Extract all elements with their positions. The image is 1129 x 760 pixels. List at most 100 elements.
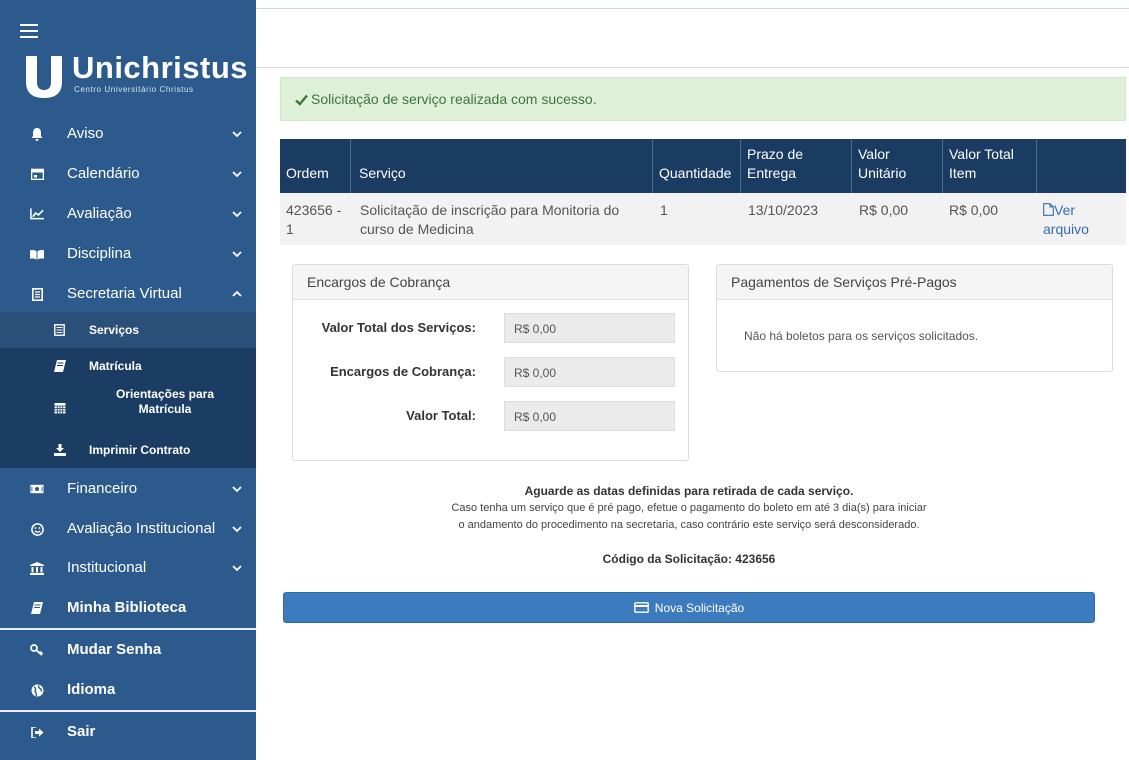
- field-encargos-cobranca: Encargos de Cobrança: R$ 0,00: [293, 357, 688, 387]
- chevron-down-icon: [232, 211, 242, 218]
- sidebar-item-label: Disciplina: [67, 245, 132, 262]
- top-border: [256, 8, 1129, 9]
- encargos-panel: Encargos de Cobrança Valor Total dos Ser…: [292, 264, 689, 461]
- sidebar-item-secretaria-virtual[interactable]: Secretaria Virtual: [0, 274, 256, 314]
- submenu-item-matricula[interactable]: Matrícula: [0, 348, 256, 384]
- sidebar-item-disciplina[interactable]: Disciplina: [0, 234, 256, 274]
- sidebar-item-minha-biblioteca[interactable]: Minha Biblioteca: [0, 588, 256, 628]
- sidebar-item-label: Institucional: [67, 559, 147, 576]
- sidebar-item-calendario[interactable]: Calendário: [0, 154, 256, 194]
- chevron-down-icon: [232, 565, 242, 572]
- sidebar-item-label: Mudar Senha: [67, 641, 162, 658]
- file-icon: [30, 287, 44, 301]
- sidebar-item-idioma[interactable]: Idioma: [0, 670, 256, 710]
- money-icon: [30, 482, 44, 496]
- cell-acao: Ver arquivo: [1043, 201, 1089, 239]
- sidebar-item-avaliacao[interactable]: Avaliação: [0, 194, 256, 234]
- sidebar-item-avaliacao-institucional[interactable]: Avaliação Institucional: [0, 509, 256, 549]
- header-divider: [256, 67, 1129, 68]
- sidebar-item-label: Minha Biblioteca: [67, 599, 187, 616]
- field-valor-total: Valor Total: R$ 0,00: [293, 401, 688, 431]
- sidebar-item-financeiro[interactable]: Financeiro: [0, 469, 256, 509]
- cell-valor-total: R$ 0,00: [949, 202, 999, 218]
- submenu-item-label: Serviços: [89, 323, 140, 337]
- cell-servico: Solicitação de inscrição para Monitoria …: [360, 202, 620, 237]
- submenu-item-orientacoes-matricula[interactable]: Orientações para Matrícula: [0, 384, 256, 432]
- info-line-1: Caso tenha um serviço que é pré pago, ef…: [451, 502, 927, 514]
- sidebar-item-label: Idioma: [67, 681, 116, 698]
- table-row: 423656 -1 Solicitação de inscrição para …: [280, 193, 1126, 245]
- calendar-grid-icon: [53, 401, 66, 414]
- submenu-item-servicos[interactable]: Serviços: [0, 312, 256, 348]
- chevron-down-icon: [232, 251, 242, 258]
- list-icon: [53, 323, 66, 336]
- table-header: Ordem Serviço Quantidade Prazo de Entrega…: [280, 139, 1126, 193]
- cell-ordem: 423656 -1: [286, 202, 342, 237]
- sidebar-item-aviso[interactable]: Aviso: [0, 114, 256, 154]
- submenu-item-label: Matrícula: [89, 359, 142, 373]
- sidebar-item-label: Sair: [67, 723, 96, 740]
- book-open-icon: [30, 247, 44, 261]
- button-label: Nova Solicitação: [654, 600, 745, 615]
- unichristus-logo[interactable]: Unichristus Centro Universitário Christu…: [24, 50, 248, 100]
- key-icon: [30, 643, 44, 657]
- services-table: Ordem Serviço Quantidade Prazo de Entrega…: [280, 139, 1126, 245]
- encargos-title: Encargos de Cobrança: [293, 265, 688, 300]
- book-icon: [53, 359, 66, 372]
- pagamentos-empty-message: Não há boletos para os serviços solicita…: [744, 329, 979, 343]
- cell-valor-unitario: R$ 0,00: [859, 202, 909, 218]
- institution-icon: [30, 561, 44, 575]
- encargos-cobranca-field: R$ 0,00: [504, 357, 675, 387]
- valor-total-field: R$ 0,00: [504, 401, 675, 431]
- chevron-down-icon: [232, 486, 242, 493]
- book-icon: [30, 601, 44, 615]
- sidebar-item-institucional[interactable]: Institucional: [0, 548, 256, 588]
- bell-icon: [30, 127, 44, 141]
- col-valor-total-item: Valor Total Item: [942, 139, 1037, 193]
- sidebar-item-label: Secretaria Virtual: [67, 285, 182, 302]
- submenu-item-label: Orientações para Matrícula: [115, 387, 215, 416]
- info-line-2: o andamento do procedimento na secretari…: [458, 519, 920, 531]
- codigo-solicitacao: Código da Solicitação: 423656: [602, 552, 776, 566]
- submenu-item-label: Imprimir Contrato: [89, 443, 191, 457]
- check-icon: [295, 94, 308, 106]
- globe-icon: [30, 683, 44, 697]
- chevron-down-icon: [232, 171, 242, 178]
- sidebar-item-label: Avaliação: [67, 205, 132, 222]
- calendar-icon: [30, 167, 44, 181]
- sidebar-item-mudar-senha[interactable]: Mudar Senha: [0, 630, 256, 670]
- brand-subtitle: Centro Universitário Christus: [74, 85, 194, 94]
- cell-quantidade: 1: [660, 202, 668, 218]
- chevron-down-icon: [232, 131, 242, 138]
- sidebar-item-label: Aviso: [67, 125, 104, 142]
- alert-message: Solicitação de serviço realizada com suc…: [311, 91, 597, 107]
- success-alert: Solicitação de serviço realizada com suc…: [280, 77, 1126, 121]
- field-valor-total-servicos: Valor Total dos Serviços: R$ 0,00: [293, 313, 688, 343]
- pagamentos-panel: Pagamentos de Serviços Pré-Pagos Não há …: [716, 264, 1113, 372]
- hamburger-menu-icon[interactable]: [20, 24, 38, 42]
- chevron-up-icon: [232, 290, 242, 297]
- logo-mark-icon: [26, 56, 62, 98]
- smile-icon: [30, 522, 44, 536]
- file-outline-icon: [1043, 203, 1054, 216]
- line-chart-icon: [30, 207, 44, 221]
- sidebar-item-label: Financeiro: [67, 480, 138, 497]
- submenu-secretaria-virtual: Serviços Matrícula Orientações para Matr…: [0, 312, 256, 468]
- sidebar-item-sair[interactable]: Sair: [0, 712, 256, 752]
- sign-out-icon: [30, 725, 44, 739]
- sidebar-item-label: Calendário: [67, 165, 140, 182]
- col-valor-unitario: Valor Unitário: [851, 139, 943, 193]
- submenu-item-imprimir-contrato[interactable]: Imprimir Contrato: [0, 432, 256, 468]
- ver-arquivo-link[interactable]: Ver arquivo: [1043, 202, 1089, 237]
- col-quantidade: Quantidade: [652, 139, 741, 193]
- valor-total-servicos-field: R$ 0,00: [504, 313, 675, 343]
- credit-card-icon: [633, 602, 649, 613]
- col-acoes: [1036, 139, 1127, 193]
- sidebar: Unichristus Centro Universitário Christu…: [0, 0, 256, 760]
- col-servico: Serviço: [350, 139, 653, 193]
- sidebar-item-label: Avaliação Institucional: [67, 520, 216, 537]
- col-prazo-entrega: Prazo de Entrega: [740, 139, 852, 193]
- download-icon: [53, 443, 66, 456]
- nova-solicitacao-button[interactable]: Nova Solicitação: [283, 592, 1095, 623]
- col-ordem: Ordem: [286, 165, 329, 181]
